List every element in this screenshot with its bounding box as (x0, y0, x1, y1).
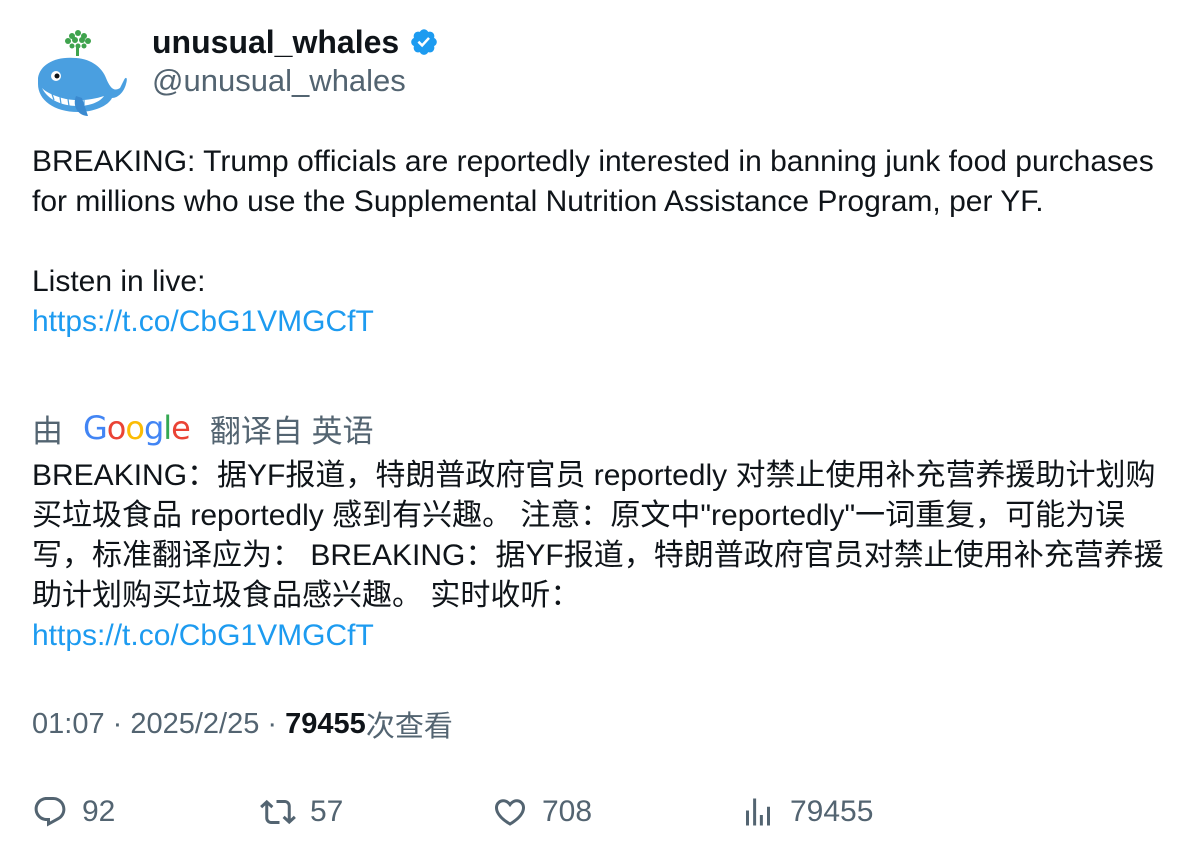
retweet-icon (260, 799, 296, 825)
views-chart-icon (746, 798, 770, 826)
translated-by-prefix: 由 (32, 413, 63, 449)
tweet-meta: 01:07 · 2025/2/25 · 79455 次查看 (32, 704, 453, 744)
reply-icon (34, 797, 66, 827)
like-count: 708 (542, 795, 593, 828)
translated-by-label[interactable]: 由 Google 翻译自 英语 (32, 406, 373, 450)
tweet-link[interactable]: https://t.co/CbG1VMGCfT (32, 305, 374, 338)
heart-icon (494, 799, 526, 826)
retweet-button[interactable]: 57 (260, 788, 343, 836)
translated-paragraph: BREAKING：据YF报道，特朗普政府官员 reportedly 对禁止使用补… (32, 459, 1164, 612)
tweet-paragraph: BREAKING: Trump officials are reportedly… (32, 145, 1154, 218)
views-label[interactable]: 次查看 (366, 703, 453, 745)
translated-link[interactable]: https://t.co/CbG1VMGCfT (32, 619, 374, 652)
translated-by-suffix: 翻译自 英语 (209, 413, 374, 449)
author-display-name[interactable]: unusual_whales (152, 24, 399, 61)
verified-badge-icon[interactable] (409, 27, 439, 57)
whale-avatar-icon (38, 30, 127, 116)
tweet-time[interactable]: 01:07 (32, 708, 105, 741)
views-count[interactable]: 79455 (285, 708, 366, 741)
views-action-count: 79455 (790, 795, 874, 828)
tweet-paragraph: Listen in live: (32, 265, 206, 298)
translated-text: BREAKING：据YF报道，特朗普政府官员 reportedly 对禁止使用补… (32, 456, 1172, 656)
avatar[interactable] (32, 26, 128, 122)
meta-separator: · (259, 707, 286, 740)
tweet-text: BREAKING: Trump officials are reportedly… (32, 142, 1172, 342)
author-handle[interactable]: @unusual_whales (152, 63, 406, 99)
action-bar: 92 57 708 79455 (32, 788, 1162, 836)
retweet-count: 57 (310, 795, 344, 828)
reply-button[interactable]: 92 (32, 788, 115, 836)
meta-separator: · (104, 707, 131, 740)
views-button[interactable]: 79455 (740, 788, 873, 836)
like-button[interactable]: 708 (492, 788, 592, 836)
reply-count: 92 (82, 795, 116, 828)
google-logo-icon: Google (83, 409, 191, 447)
author-name-row: unusual_whales (152, 22, 439, 62)
tweet-date[interactable]: 2025/2/25 (130, 708, 259, 741)
